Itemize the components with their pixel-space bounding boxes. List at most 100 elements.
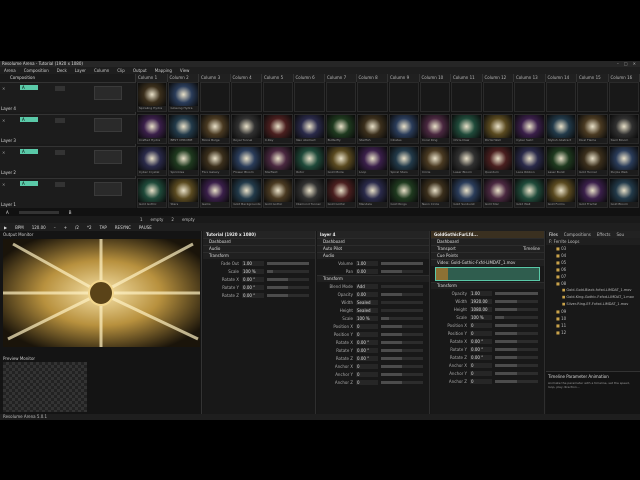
param-value[interactable]: 0.00 ° <box>242 276 264 282</box>
column-header[interactable]: Column 13 <box>514 74 546 82</box>
param-slider[interactable] <box>495 355 538 359</box>
crossfader[interactable] <box>18 210 59 214</box>
param-slider[interactable] <box>381 324 423 328</box>
column-header[interactable]: Column 11 <box>451 74 483 82</box>
clip-transport[interactable]: Transport Timeline <box>431 245 544 252</box>
menu-output[interactable]: Output <box>133 68 147 73</box>
empty-clip-slot[interactable] <box>545 82 577 112</box>
clip-cell[interactable]: Neo Abstract <box>294 114 325 144</box>
clip-cell[interactable]: Rotor <box>294 146 325 176</box>
param-value[interactable]: 0.00 <box>356 268 378 274</box>
tap-button[interactable]: TAP <box>100 225 107 230</box>
layer-autopilot[interactable]: Auto Pilot <box>317 245 429 252</box>
clip-cell[interactable]: Diamond Tunnel <box>294 178 325 208</box>
clip-cue-points[interactable]: Cue Points <box>431 252 544 259</box>
menu-layer[interactable]: Layer <box>75 68 86 73</box>
empty-clip-slot[interactable] <box>514 82 545 112</box>
param-slider[interactable] <box>495 371 538 375</box>
tab-effects[interactable]: Effects <box>597 231 611 238</box>
menu-deck[interactable]: Deck <box>57 68 67 73</box>
empty-clip-slot[interactable] <box>231 82 262 112</box>
param-slider[interactable] <box>381 372 423 376</box>
file-item[interactable]: ■ 11 <box>546 322 640 329</box>
comp-transform[interactable]: Transform <box>203 252 315 259</box>
param-value[interactable]: 0 <box>356 323 378 329</box>
file-item[interactable]: ■ 08 <box>546 280 640 287</box>
empty-clip-slot[interactable] <box>325 82 357 112</box>
param-slider[interactable] <box>381 332 423 336</box>
column-header[interactable]: Column 9 <box>388 74 420 82</box>
param-slider[interactable] <box>495 347 538 351</box>
param-value[interactable]: 0 <box>470 330 492 336</box>
param-slider[interactable] <box>267 269 309 273</box>
param-value[interactable]: 100 % <box>242 268 264 274</box>
clip-cell[interactable]: Purple Web <box>608 146 639 176</box>
clip-cell[interactable]: Stylish Abstract <box>545 114 577 144</box>
empty-clip-slot[interactable] <box>577 82 608 112</box>
menu-clip[interactable]: Clip <box>117 68 125 73</box>
clip-cell[interactable]: X-Ray <box>262 114 294 144</box>
clip-cell[interactable]: Gold Forms <box>545 178 577 208</box>
param-slider[interactable] <box>381 364 423 368</box>
empty-clip-slot[interactable] <box>451 82 482 112</box>
clip-dashboard[interactable]: Dashboard <box>431 238 544 245</box>
clip-video-source[interactable]: Video: Gold-Gothic-Fxfd-LIMDAT_1.mov <box>431 259 544 266</box>
clip-cell[interactable]: Gold Gothic <box>262 178 294 208</box>
layer-opacity-fader[interactable] <box>94 182 122 196</box>
comp-dashboard[interactable]: Dashboard <box>203 238 315 245</box>
param-slider[interactable] <box>267 277 309 281</box>
clip-cell[interactable]: Moiré Bulge <box>199 114 231 144</box>
tab-sources[interactable]: Sou <box>616 231 624 238</box>
empty-clip-slot[interactable] <box>294 82 325 112</box>
clip-cell[interactable]: Spiraling Hydra <box>137 82 168 112</box>
column-header[interactable]: Column 14 <box>546 74 577 82</box>
column-header[interactable]: Column 4 <box>231 74 262 82</box>
file-item[interactable]: ■ Gold-Gold-Black-fxfxd-LIMDAT_1.mov <box>546 287 640 294</box>
layer-group-button[interactable]: A <box>20 181 38 186</box>
bpm-plus[interactable]: + <box>64 225 67 230</box>
param-value[interactable]: 0 <box>470 370 492 376</box>
clip-cell[interactable]: Coral Ring <box>419 114 451 144</box>
param-value[interactable]: 1080.00 <box>470 306 492 312</box>
column-header[interactable]: Column 16 <box>609 74 640 82</box>
param-slider[interactable] <box>381 261 423 265</box>
clip-cell[interactable]: Gold Sunburst <box>451 178 482 208</box>
column-header[interactable]: Column 8 <box>357 74 388 82</box>
column-header[interactable]: Column 7 <box>325 74 357 82</box>
clip-cell[interactable]: Dual Flame <box>577 114 608 144</box>
layer-group-button[interactable]: A <box>20 117 38 122</box>
param-value[interactable]: 0 <box>356 363 378 369</box>
bpm-value[interactable]: 120.00 <box>32 225 46 230</box>
param-slider[interactable] <box>495 339 538 343</box>
param-value[interactable]: Sealed <box>356 307 378 313</box>
param-slider[interactable] <box>381 340 423 344</box>
clip-cell[interactable]: BEST CHROME <box>168 114 199 144</box>
clip-cell[interactable]: Royal Tunnel <box>231 114 262 144</box>
tab-files[interactable]: Files <box>549 231 558 238</box>
param-slider[interactable] <box>381 348 423 352</box>
clip-cell[interactable]: Gold Gothic <box>325 178 357 208</box>
layer-audio[interactable]: Audio <box>317 252 429 259</box>
clip-cell[interactable]: Gold Moire <box>325 146 357 176</box>
menu-arena[interactable]: Arena <box>4 68 16 73</box>
menu-column[interactable]: Column <box>94 68 109 73</box>
composition-label[interactable]: Composition <box>0 74 135 82</box>
menu-composition[interactable]: Composition <box>24 68 49 73</box>
param-slider[interactable] <box>381 269 423 273</box>
layer-name[interactable]: Layer 4 <box>1 106 16 111</box>
clip-cell[interactable]: Gold Rings <box>388 178 419 208</box>
layer-name[interactable]: Layer 3 <box>1 138 16 143</box>
clip-cell[interactable]: Glowing Hydra <box>168 82 199 112</box>
clip-cell[interactable]: Circle <box>419 146 451 176</box>
deck-name-1[interactable]: empty <box>151 217 164 222</box>
clip-cell[interactable]: Gold Star <box>482 178 514 208</box>
comp-audio[interactable]: Audio <box>203 245 315 252</box>
layer-opacity-fader[interactable] <box>94 86 122 100</box>
param-value[interactable]: 0.00 ° <box>470 346 492 352</box>
clip-transform[interactable]: Transform <box>431 282 544 289</box>
clip-cell[interactable]: Cyber Swirl <box>514 114 545 144</box>
play-icon[interactable]: ▶ <box>4 225 7 230</box>
layer-clear-icon[interactable]: ✕ <box>2 150 5 155</box>
empty-clip-slot[interactable] <box>608 82 639 112</box>
clip-cell[interactable]: Gold Backgrounds <box>231 178 262 208</box>
